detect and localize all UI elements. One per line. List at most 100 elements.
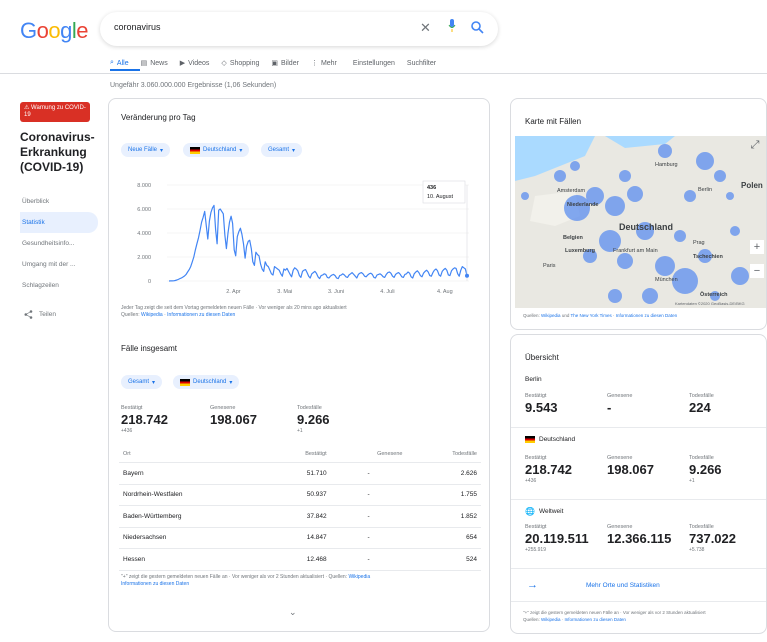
table-row[interactable]: Bayern 51.710-2.626 (119, 462, 481, 485)
map-footnote: Quellen: Wikipedia und The New York Time… (523, 313, 678, 318)
map-canvas: Hamburg Amsterdam Berlin Polen Niederlan… (515, 136, 766, 308)
germany-confirmed: Bestätigt 218.742 +436 (525, 455, 572, 484)
wikipedia-link[interactable]: Wikipedia (141, 312, 163, 318)
total-dropdown[interactable]: Gesamt ▾ (261, 143, 303, 157)
stats-card: Veränderung pro Tag Neue Fälle ▾ Deutschl… (108, 98, 490, 632)
data-info-link[interactable]: Informationen zu diesen Daten (565, 617, 626, 622)
new-cases-dropdown[interactable]: Neue Fälle ▾ (121, 143, 171, 157)
sidebar-item-statistik[interactable]: Statistik (20, 212, 98, 233)
overview-card: Übersicht Berlin Bestätigt 9.543 Genesene… (510, 334, 767, 634)
map-label-paris: Paris (543, 263, 556, 269)
daily-cases-chart[interactable]: 8.000 6.000 4.000 2.000 0 2. Apr 3. Mai 3. Juni… (123, 175, 481, 305)
tab-einstellungen[interactable]: Einstellungen (353, 55, 395, 71)
search-input[interactable]: coronavirus (114, 22, 161, 32)
search-results-page: Google coronavirus ✕ ⌕ Alle ▤ News ▶ Videos… (0, 0, 767, 642)
sidebar-item-gesundheitsinfo[interactable]: Gesundheitsinfo... (20, 233, 98, 254)
globe-icon: 🌐 (525, 507, 535, 516)
sidebar-item-umgang[interactable]: Umgang mit der ... (20, 254, 98, 275)
data-info-link[interactable]: Informationen zu diesen Daten (167, 312, 235, 318)
search-box[interactable]: coronavirus ✕ (100, 12, 498, 46)
recovered-stat: Genesene 198.067 (210, 405, 257, 427)
map-label-tschechien: Tschechien (693, 254, 723, 260)
table-row[interactable]: Niedersachsen 14.847-654 (119, 527, 481, 549)
tab-mehr[interactable]: ⋮ Mehr (311, 55, 337, 71)
close-icon[interactable]: ✕ (420, 20, 431, 36)
y-tick-label: 4.000 (137, 231, 151, 237)
country-dropdown[interactable]: Deutschland ▾ (183, 143, 250, 157)
share-icon (24, 310, 33, 319)
table-row[interactable]: Hessen 12.468-524 (119, 548, 481, 571)
confirmed-stat: Bestätigt 218.742 +436 (121, 405, 168, 434)
col-bestaetigt[interactable]: Bestätigt (263, 446, 331, 463)
daily-title: Veränderung pro Tag (121, 113, 196, 122)
x-tick-label: 3. Juni (328, 289, 344, 295)
col-ort[interactable]: Ort (119, 446, 264, 463)
table-row[interactable]: Baden-Württemberg 37.842-1.852 (119, 505, 481, 528)
total-type-dropdown[interactable]: Gesamt ▾ (121, 375, 163, 389)
overview-title: Übersicht (525, 353, 559, 362)
data-info-link[interactable]: Informationen zu diesen Daten (616, 313, 677, 318)
table-row[interactable]: Nordrhein-Westfalen 50.937-1.755 (119, 484, 481, 506)
chevron-down-icon: ▾ (229, 379, 233, 386)
more-places-button[interactable]: → Mehr Orte und Statistiken (517, 574, 761, 596)
deaths-stat: Todesfälle 9.266 +1 (297, 405, 330, 434)
chevron-down-icon[interactable]: ⌄ (289, 607, 297, 618)
berlin-confirmed: Bestätigt 9.543 (525, 393, 558, 415)
region-world-header: 🌐 Weltweit (525, 507, 564, 516)
tab-bilder[interactable]: ▣ Bilder (271, 55, 299, 71)
sidebar-item-schlagzeilen[interactable]: Schlagzeilen (20, 275, 98, 296)
germany-recovered: Genesene 198.067 (607, 455, 654, 477)
y-tick-label: 6.000 (137, 207, 151, 213)
cases-map[interactable]: Hamburg Amsterdam Berlin Polen Niederlan… (515, 136, 766, 308)
tooltip-date: 10. August (427, 194, 453, 200)
zoom-out-button[interactable]: − (750, 264, 764, 278)
sidebar-item-ueberblick[interactable]: Überblick (20, 191, 98, 212)
image-icon: ▣ (271, 60, 279, 67)
map-label-amsterdam: Amsterdam (557, 188, 586, 194)
zoom-in-button[interactable]: + (750, 240, 764, 254)
map-label-frankfurt: Frankfurt am Main (613, 248, 658, 254)
results-count: Ungefähr 3.060.000.000 Ergebnisse (1,06 … (110, 82, 277, 89)
total-country-dropdown[interactable]: Deutschland ▾ (173, 375, 240, 389)
map-card: Karte mit Fällen Hamburg Amsterdam Berli… (510, 98, 767, 330)
col-genesene[interactable]: Genesene (330, 446, 407, 463)
chevron-down-icon: ▾ (239, 147, 243, 154)
wikipedia-link[interactable]: Wikipedia (541, 313, 561, 318)
tooltip-value: 436 (427, 185, 436, 191)
world-recovered: Genesene 12.366.115 (607, 524, 672, 546)
nyt-link[interactable]: The New York Times (571, 313, 612, 318)
tab-shopping[interactable]: ◇ Shopping (221, 55, 259, 71)
map-label-polen: Polen (741, 181, 763, 190)
col-todesfaelle[interactable]: Todesfälle (406, 446, 481, 463)
tab-suchfilter[interactable]: Suchfilter (407, 55, 436, 71)
share-button[interactable]: Teilen (20, 310, 98, 319)
map-label-deutschland: Deutschland (619, 222, 673, 232)
data-info-link[interactable]: Informationen zu diesen Daten (121, 581, 189, 587)
y-tick-label: 8.000 (137, 183, 151, 189)
kp-sidebar: ⚠ Warnung zu COVID-19 Coronavirus-Erkran… (20, 102, 98, 319)
map-label-luxemburg: Luxemburg (565, 248, 595, 254)
x-tick-label: 4. Juli (380, 289, 394, 295)
expand-icon[interactable]: ⤢ (748, 138, 762, 152)
search-icon[interactable] (470, 20, 484, 34)
google-logo[interactable]: Google (20, 18, 89, 44)
map-label-muenchen: München (655, 277, 678, 283)
wikipedia-link[interactable]: Wikipedia (348, 574, 370, 580)
mic-icon[interactable] (448, 19, 456, 33)
divider (511, 427, 766, 428)
active-tab-indicator (110, 69, 140, 71)
covid-warning-badge[interactable]: ⚠ Warnung zu COVID-19 (20, 102, 90, 122)
latest-point (465, 273, 469, 278)
map-label-hamburg: Hamburg (655, 162, 678, 168)
x-tick-label: 2. Apr (226, 289, 241, 295)
tab-news[interactable]: ▤ News (141, 55, 168, 71)
tag-icon: ◇ (221, 60, 227, 67)
chevron-down-icon: ▾ (152, 379, 156, 386)
series-line (168, 204, 468, 282)
tab-videos[interactable]: ▶ Videos (180, 55, 210, 71)
wikipedia-link[interactable]: Wikipedia (541, 617, 561, 622)
berlin-recovered: Genesene - (607, 393, 633, 415)
map-label-niederlande: Niederlande (567, 202, 598, 208)
berlin-deaths: Todesfälle 224 (689, 393, 714, 415)
chevron-down-icon: ▾ (292, 147, 296, 154)
